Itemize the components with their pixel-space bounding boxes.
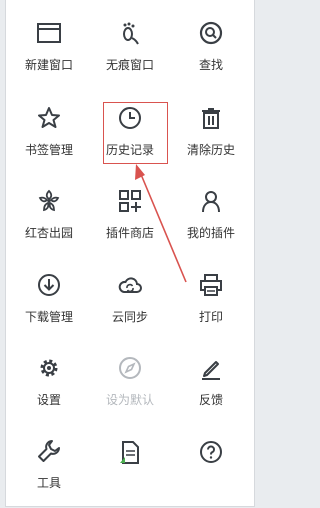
clear-history-button[interactable]: 清除历史	[170, 85, 252, 157]
download-manager-label: 下载管理	[24, 310, 73, 324]
wrench-icon	[35, 438, 63, 464]
incognito-window-label: 无痕窗口	[105, 58, 154, 72]
hongxing-button[interactable]: 红杏出园	[8, 168, 90, 240]
new-window-icon	[35, 20, 63, 46]
cloud-sync-icon	[116, 272, 144, 298]
compass-icon	[116, 355, 144, 381]
star-icon	[35, 105, 63, 131]
my-plugins-button[interactable]: 我的插件	[170, 168, 252, 240]
set-default-label: 设为默认	[105, 393, 154, 407]
settings-label: 设置	[36, 393, 61, 407]
find-label: 查找	[198, 58, 223, 72]
find-button[interactable]: 查找	[170, 0, 252, 72]
footprint-icon	[116, 20, 144, 46]
tools-label: 工具	[36, 476, 61, 490]
settings-button[interactable]: 设置	[8, 335, 90, 407]
feedback-button[interactable]: 反馈	[170, 335, 252, 407]
clear-history-label: 清除历史	[186, 143, 235, 157]
plugin-store-label: 插件商店	[105, 226, 154, 240]
incognito-window-button[interactable]: 无痕窗口	[89, 0, 171, 72]
bookmark-manager-label: 书签管理	[24, 143, 73, 157]
my-plugins-label: 我的插件	[186, 226, 235, 240]
user-icon	[197, 188, 225, 214]
clock-icon	[116, 105, 144, 131]
print-label: 打印	[198, 310, 223, 324]
download-manager-button[interactable]: 下载管理	[8, 252, 90, 324]
download-icon	[35, 272, 63, 298]
plugin-store-button[interactable]: 插件商店	[89, 168, 171, 240]
pen-icon	[197, 355, 225, 381]
bookmark-manager-button[interactable]: 书签管理	[8, 85, 90, 157]
printer-icon	[197, 272, 225, 298]
trash-icon	[197, 105, 225, 131]
print-button[interactable]: 打印	[170, 252, 252, 324]
new-window-label: 新建窗口	[24, 58, 73, 72]
history-button[interactable]: 历史记录	[89, 85, 171, 157]
new-window-button[interactable]: 新建窗口	[8, 0, 90, 72]
help-icon	[197, 438, 225, 466]
browser-menu-panel: 新建窗口 无痕窗口 查找 书签管理 历史记录 清除历史 红杏出园 插件商店 我的…	[5, 0, 255, 507]
feedback-label: 反馈	[198, 393, 223, 407]
set-default-button[interactable]: 设为默认	[89, 335, 171, 407]
history-label: 历史记录	[105, 143, 154, 157]
tools-button[interactable]: 工具	[8, 418, 90, 490]
hongxing-label: 红杏出园	[24, 226, 73, 240]
cloud-sync-button[interactable]: 云同步	[89, 252, 171, 324]
cloud-sync-label: 云同步	[111, 310, 148, 324]
grid-plus-icon	[116, 188, 144, 214]
gear-icon	[35, 355, 63, 381]
flower-icon	[35, 188, 63, 214]
help-button[interactable]	[170, 418, 252, 490]
document-button[interactable]	[89, 418, 171, 490]
search-icon	[197, 20, 225, 46]
document-icon	[116, 438, 144, 466]
